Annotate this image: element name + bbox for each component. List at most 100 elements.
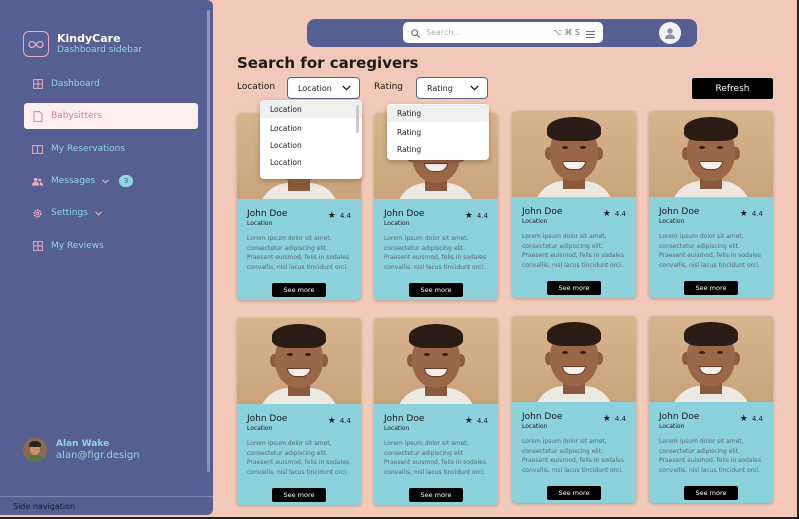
- rating-select[interactable]: Rating: [416, 77, 488, 99]
- avatar: [23, 438, 47, 462]
- caregiver-description: Lorem ipsum dolor sit amet, consectetur …: [659, 438, 761, 474]
- caregiver-rating: ★ 4.4: [465, 211, 488, 221]
- caregiver-name: John Doe: [384, 414, 425, 424]
- see-more-button[interactable]: See more: [547, 486, 601, 500]
- sidebar-item-settings[interactable]: Settings: [24, 200, 198, 226]
- rating-option[interactable]: Rating: [387, 124, 489, 141]
- dropdown-scrollbar[interactable]: [356, 105, 359, 133]
- grid-icon: [32, 79, 43, 90]
- chevron-down-icon: [470, 84, 479, 93]
- caregiver-name: John Doe: [247, 414, 288, 424]
- infinity-logo-icon: [23, 31, 49, 57]
- brand: KindyCare Dashboard sidebar: [23, 31, 142, 57]
- star-icon: ★: [327, 416, 336, 426]
- grid-icon: [32, 241, 43, 252]
- rating-value: 4.4: [476, 212, 488, 220]
- rating-option[interactable]: Rating: [387, 105, 489, 122]
- caregiver-name: John Doe: [384, 209, 425, 219]
- menu-icon[interactable]: [586, 23, 595, 42]
- search-box[interactable]: ⌥ ⌘ S: [403, 22, 603, 43]
- caregiver-card[interactable]: John Doe Location ★ 4.4 Lorem ipsum dolor si…: [237, 318, 361, 505]
- refresh-button[interactable]: Refresh: [692, 78, 773, 99]
- sidebar-item-label: My Reviews: [51, 241, 104, 251]
- star-icon: ★: [464, 416, 473, 426]
- caregiver-description: Lorem ipsum dolor sit amet, consectetur …: [659, 233, 761, 269]
- top-bar: ⌥ ⌘ S: [307, 19, 697, 47]
- rating-value: 4.4: [751, 415, 763, 423]
- caregiver-rating: ★ 4.4: [603, 209, 626, 219]
- rating-option[interactable]: Rating: [387, 141, 489, 158]
- columns-icon: [32, 144, 43, 155]
- sidebar-item-label: My Reservations: [51, 144, 126, 154]
- see-more-button[interactable]: See more: [684, 281, 738, 295]
- caregiver-card[interactable]: John Doe Location ★ 4.4 Lorem ipsum dolor si…: [512, 111, 636, 298]
- location-option[interactable]: Location: [260, 120, 362, 137]
- location-option[interactable]: Location: [260, 154, 362, 171]
- sidebar-item-babysitters[interactable]: Babysitters: [24, 103, 198, 129]
- star-icon: ★: [739, 414, 748, 424]
- rating-value: 4.4: [476, 417, 488, 425]
- caregiver-name: John Doe: [247, 209, 288, 219]
- sidebar-item-dashboard[interactable]: Dashboard: [24, 71, 198, 97]
- messages-count-badge: 3: [119, 175, 134, 187]
- caregiver-location: Location: [659, 218, 685, 225]
- caregiver-name: John Doe: [522, 412, 563, 422]
- rating-select-value: Rating: [427, 83, 453, 93]
- caregiver-description: Lorem ipsum dolor sit amet, consectetur …: [247, 235, 349, 271]
- user-name: Alan Wake: [56, 438, 110, 449]
- user-email: alan@figr.design: [56, 449, 140, 461]
- see-more-button[interactable]: See more: [547, 281, 601, 295]
- location-option[interactable]: Location: [260, 137, 362, 154]
- location-select[interactable]: Location: [287, 77, 360, 99]
- caregiver-card[interactable]: John Doe Location ★ 4.4 Lorem ipsum dolor si…: [649, 316, 773, 503]
- user-avatar-button[interactable]: [659, 22, 681, 44]
- chevron-down-icon: [100, 176, 111, 187]
- see-more-button[interactable]: See more: [684, 486, 738, 500]
- location-select-value: Location: [298, 83, 332, 93]
- rating-value: 4.4: [339, 212, 351, 220]
- user-icon: [664, 24, 676, 43]
- location-filter-label: Location: [237, 82, 276, 92]
- sidebar-item-label: Settings: [51, 208, 88, 218]
- caregiver-rating: ★ 4.4: [603, 414, 626, 424]
- rating-filter-label: Rating: [374, 82, 404, 92]
- sidebar-scrollbar[interactable]: [207, 10, 210, 472]
- caregiver-photo: [237, 318, 361, 404]
- caregiver-location: Location: [384, 220, 410, 227]
- caregiver-description: Lorem ipsum dolor sit amet, consectetur …: [522, 438, 624, 474]
- sidebar-item-messages[interactable]: Messages 3: [24, 168, 198, 194]
- see-more-button[interactable]: See more: [409, 283, 463, 297]
- caregiver-location: Location: [522, 423, 548, 430]
- star-icon: ★: [739, 209, 748, 219]
- caregiver-name: John Doe: [522, 207, 563, 217]
- caregiver-card[interactable]: John Doe Location ★ 4.4 Lorem ipsum dolor si…: [649, 111, 773, 298]
- star-icon: ★: [327, 211, 336, 221]
- caregiver-location: Location: [522, 218, 548, 225]
- star-icon: ★: [602, 414, 611, 424]
- caregiver-rating: ★ 4.4: [465, 416, 488, 426]
- rating-value: 4.4: [614, 210, 626, 218]
- caregiver-photo: [649, 111, 773, 197]
- caregiver-rating: ★ 4.4: [740, 209, 763, 219]
- caregiver-card[interactable]: John Doe Location ★ 4.4 Lorem ipsum dolor si…: [374, 318, 498, 505]
- user-profile[interactable]: Alan Wake alan@figr.design: [23, 438, 140, 462]
- see-more-button[interactable]: See more: [272, 283, 326, 297]
- caregiver-card[interactable]: John Doe Location ★ 4.4 Lorem ipsum dolor si…: [512, 316, 636, 503]
- caregiver-name: John Doe: [659, 207, 700, 217]
- rating-value: 4.4: [751, 210, 763, 218]
- search-icon: [411, 23, 420, 42]
- sidebar-item-reservations[interactable]: My Reservations: [24, 136, 198, 162]
- location-option[interactable]: Location: [260, 101, 362, 118]
- sidebar: KindyCare Dashboard sidebar Dashboard Ba…: [0, 0, 213, 515]
- caregiver-location: Location: [659, 423, 685, 430]
- caregiver-description: Lorem ipsum dolor sit amet, consectetur …: [384, 235, 486, 271]
- sidebar-item-reviews[interactable]: My Reviews: [24, 233, 198, 259]
- see-more-button[interactable]: See more: [272, 488, 326, 502]
- caregiver-photo: [512, 111, 636, 197]
- see-more-button[interactable]: See more: [409, 488, 463, 502]
- caregiver-photo: [649, 316, 773, 402]
- search-input[interactable]: [426, 28, 549, 37]
- caregiver-location: Location: [247, 425, 273, 432]
- caregiver-description: Lorem ipsum dolor sit amet, consectetur …: [247, 440, 349, 476]
- users-icon: [32, 176, 43, 187]
